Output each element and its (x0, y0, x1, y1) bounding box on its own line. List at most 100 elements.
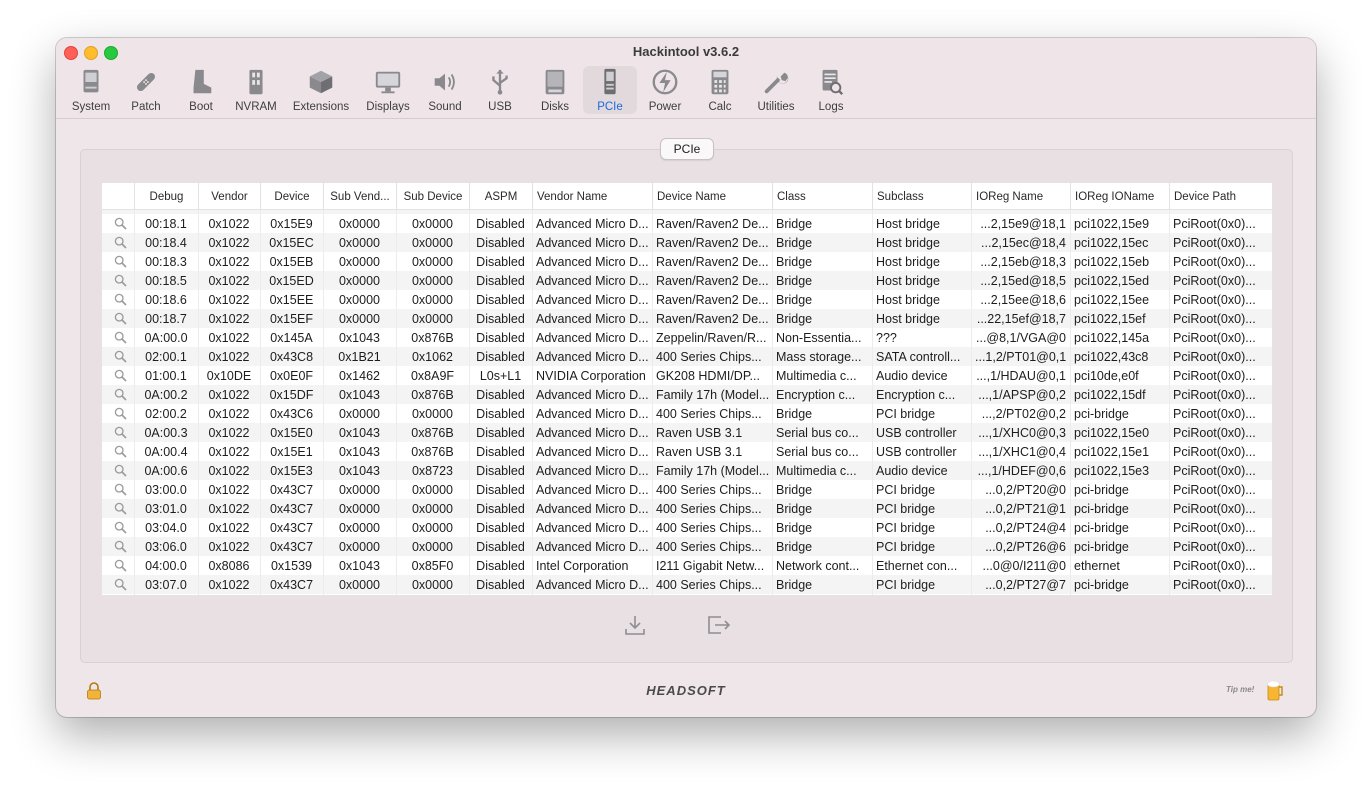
table-row[interactable]: 00:18.1 0x1022 0x15E9 0x0000 0x0000 Disabled A… (102, 214, 1272, 233)
inspect-magnifier-icon[interactable] (110, 290, 130, 309)
toolbar-label: Utilities (757, 101, 795, 113)
toolbar-label: PCIe (597, 101, 623, 113)
table-row[interactable]: 02:00.1 0x1022 0x43C8 0x1B21 0x1062 Disabled A… (102, 347, 1272, 366)
table-row[interactable]: 0A:00.0 0x1022 0x145A 0x1043 0x876B Disabled A… (102, 328, 1272, 347)
table-row[interactable]: 03:06.0 0x1022 0x43C7 0x0000 0x0000 Disabled A… (102, 537, 1272, 556)
column-header-class[interactable]: Class (772, 183, 872, 209)
inspect-magnifier-icon[interactable] (110, 252, 130, 271)
open-out-button[interactable] (706, 612, 732, 638)
column-header-device[interactable]: Device (260, 183, 323, 209)
table-row[interactable]: 03:07.0 0x1022 0x43C7 0x0000 0x0000 Disabled A… (102, 575, 1272, 594)
column-header-vendor[interactable]: Vendor (198, 183, 260, 209)
cell-device: 0x15ED (269, 274, 314, 288)
inspect-magnifier-icon[interactable] (110, 366, 130, 385)
toolbar-power-button[interactable]: Power (638, 66, 692, 114)
column-header-device-path[interactable]: Device Path (1169, 183, 1272, 209)
cell-device-name: 400 Series Chips... (656, 407, 762, 421)
inspect-magnifier-icon[interactable] (110, 442, 130, 461)
share-out-icon (708, 616, 731, 634)
tip-me-label[interactable]: Tip me! (1226, 685, 1254, 694)
column-header-aspm[interactable]: ASPM (469, 183, 532, 209)
cell-vendor-name: Advanced Micro D... (536, 293, 649, 307)
table-row[interactable]: 00:18.4 0x1022 0x15EC 0x0000 0x0000 Disabled A… (102, 233, 1272, 252)
cell-debug: 03:04.0 (145, 521, 187, 535)
pcie-segment-control[interactable]: PCIe (660, 138, 714, 160)
cell-ioreg-name: ...1,2/PT01@0,1 (975, 350, 1067, 364)
inspect-magnifier-icon[interactable] (110, 328, 130, 347)
cell-device-path: PciRoot(0x0)... (1173, 483, 1256, 497)
toolbar-pcie-button[interactable]: PCIe (583, 66, 637, 114)
cell-class: Bridge (776, 502, 813, 516)
table-row[interactable]: 0A:00.6 0x1022 0x15E3 0x1043 0x8723 Disabled A… (102, 461, 1272, 480)
inspect-magnifier-icon[interactable] (110, 309, 130, 328)
inspect-magnifier-icon[interactable] (110, 404, 130, 423)
table-row[interactable]: 02:00.2 0x1022 0x43C6 0x0000 0x0000 Disabled A… (102, 404, 1272, 423)
cell-subclass: PCI bridge (876, 483, 936, 497)
cell-class: Bridge (776, 483, 813, 497)
table-row[interactable]: 0A:00.2 0x1022 0x15DF 0x1043 0x876B Disabled A… (102, 385, 1272, 404)
inspect-magnifier-icon[interactable] (110, 461, 130, 480)
column-header-subclass[interactable]: Subclass (872, 183, 971, 209)
cell-debug: 0A:00.6 (144, 464, 188, 478)
column-header-sub-vend[interactable]: Sub Vend... (323, 183, 396, 209)
cell-ioreg-name: ...0,2/PT20@0 (985, 483, 1066, 497)
table-row[interactable]: 00:18.7 0x1022 0x15EF 0x0000 0x0000 Disabled A… (102, 309, 1272, 328)
toolbar-utilities-button[interactable]: Utilities (748, 66, 804, 114)
column-header-vendor-name[interactable]: Vendor Name (532, 183, 652, 209)
lock-button[interactable] (86, 682, 102, 705)
table-row[interactable]: 03:04.0 0x1022 0x43C7 0x0000 0x0000 Disabled A… (102, 518, 1272, 537)
inspect-magnifier-icon[interactable] (110, 499, 130, 518)
inspect-magnifier-icon[interactable] (110, 423, 130, 442)
inspect-magnifier-icon[interactable] (110, 347, 130, 366)
export-button[interactable] (622, 612, 648, 638)
cell-aspm: Disabled (476, 331, 525, 345)
table-row[interactable]: 0A:00.4 0x1022 0x15E1 0x1043 0x876B Disabled A… (102, 442, 1272, 461)
table-row[interactable]: 00:18.3 0x1022 0x15EB 0x0000 0x0000 Disabled A… (102, 252, 1272, 271)
inspect-magnifier-icon[interactable] (110, 271, 130, 290)
column-header-debug[interactable]: Debug (134, 183, 198, 209)
inspect-magnifier-icon[interactable] (110, 385, 130, 404)
table-row[interactable]: 0A:00.3 0x1022 0x15E0 0x1043 0x876B Disabled A… (102, 423, 1272, 442)
toolbar-extensions-button[interactable]: Extensions (286, 66, 356, 114)
cell-sub-device: 0x8A9F (410, 369, 455, 383)
toolbar-patch-button[interactable]: Patch (120, 66, 172, 114)
toolbar-logs-button[interactable]: Logs (804, 66, 858, 114)
column-header-ioreg-name[interactable]: IOReg Name (971, 183, 1070, 209)
cell-ioreg-name: ...,1/HDEF@0,6 (977, 464, 1066, 478)
column-header-inspect[interactable] (102, 183, 134, 209)
cell-debug: 02:00.1 (145, 350, 187, 364)
cell-device: 0x15E9 (270, 217, 313, 231)
inspect-magnifier-icon[interactable] (110, 214, 130, 233)
table-row[interactable]: 01:00.1 0x10DE 0x0E0F 0x1462 0x8A9F L0s+L1 NVI… (102, 366, 1272, 385)
toolbar-boot-button[interactable]: Boot (177, 66, 225, 114)
toolbar-usb-button[interactable]: USB (474, 66, 526, 114)
column-header-device-name[interactable]: Device Name (652, 183, 772, 209)
cell-debug: 00:18.1 (145, 217, 187, 231)
column-divider (396, 183, 397, 595)
toolbar-sound-button[interactable]: Sound (418, 66, 472, 114)
toolbar-system-button[interactable]: System (65, 66, 117, 114)
inspect-magnifier-icon[interactable] (110, 575, 130, 594)
cell-aspm: Disabled (476, 445, 525, 459)
tip-me-button[interactable] (1266, 678, 1284, 707)
toolbar-calc-button[interactable]: Calc (693, 66, 747, 114)
toolbar-displays-button[interactable]: Displays (360, 66, 416, 114)
pcie-device-table[interactable]: Debug Vendor Device Sub Vend... Sub Device AS… (102, 183, 1272, 595)
table-row[interactable]: 00:18.6 0x1022 0x15EE 0x0000 0x0000 Disabled A… (102, 290, 1272, 309)
cell-ioreg-ioname: pci-bridge (1074, 540, 1129, 554)
table-row[interactable]: 00:18.5 0x1022 0x15ED 0x0000 0x0000 Disabled A… (102, 271, 1272, 290)
inspect-magnifier-icon[interactable] (110, 537, 130, 556)
column-header-sub-device[interactable]: Sub Device (396, 183, 469, 209)
cell-aspm: Disabled (476, 464, 525, 478)
inspect-magnifier-icon[interactable] (110, 518, 130, 537)
toolbar-nvram-button[interactable]: NVRAM (230, 66, 282, 114)
column-header-ioreg-ioname[interactable]: IOReg IOName (1070, 183, 1169, 209)
inspect-magnifier-icon[interactable] (110, 233, 130, 252)
toolbar-disks-button[interactable]: Disks (528, 66, 582, 114)
table-row[interactable]: 03:01.0 0x1022 0x43C7 0x0000 0x0000 Disabled A… (102, 499, 1272, 518)
inspect-magnifier-icon[interactable] (110, 480, 130, 499)
table-row[interactable]: 03:00.0 0x1022 0x43C7 0x0000 0x0000 Disabled A… (102, 480, 1272, 499)
inspect-magnifier-icon[interactable] (110, 556, 130, 575)
cell-device: 0x43C7 (269, 502, 314, 516)
table-row[interactable]: 04:00.0 0x8086 0x1539 0x1043 0x85F0 Disabled I… (102, 556, 1272, 575)
